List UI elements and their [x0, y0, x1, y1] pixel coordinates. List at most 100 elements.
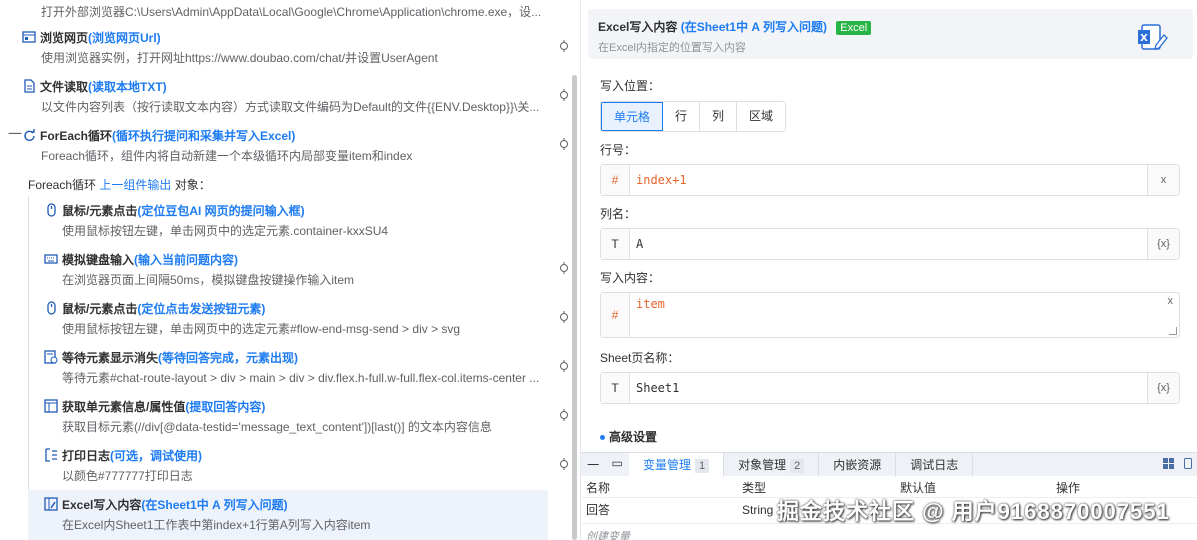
connector-icon[interactable]	[558, 311, 570, 323]
flow-panel: 打开外部浏览器C:\Users\Admin\AppData\Local\Goog…	[0, 0, 578, 540]
step-note: (输入当前问题内容)	[134, 252, 239, 267]
tab-label: 对象管理	[738, 457, 787, 472]
clear-icon[interactable]: x	[1168, 295, 1174, 307]
advanced-label: 高级设置	[609, 430, 658, 444]
row-label: 行号：	[600, 143, 637, 157]
tab-count: 1	[695, 458, 710, 473]
position-option-cell[interactable]: 单元格	[601, 102, 664, 131]
text-type-toggle[interactable]: T	[601, 229, 630, 259]
step-description: 使用浏览器实例，打开网址https://www.doubao.com/chat/…	[41, 51, 438, 65]
position-option-row[interactable]: 行	[663, 102, 701, 131]
clear-icon[interactable]: x	[1147, 165, 1179, 195]
step-title: 浏览网页	[40, 30, 89, 45]
maximize-icon[interactable]: ▭	[611, 456, 622, 473]
connector-icon[interactable]	[558, 89, 570, 101]
text-type-toggle[interactable]: T	[601, 373, 630, 403]
step-note: (定位点击发送按钮元素)	[137, 301, 266, 316]
sheet-label: Sheet页名称：	[600, 351, 680, 365]
sheet-name-field[interactable]: T Sheet1 {x}	[600, 372, 1180, 404]
tab-objects[interactable]: 对象管理 2	[724, 452, 820, 477]
wait-icon	[44, 350, 58, 364]
component-note: (在Sheet1中 A 列写入问题)	[680, 20, 827, 34]
foreach-suffix: 对象：	[174, 178, 211, 192]
component-badge: Excel	[836, 21, 872, 35]
tab-label: 内嵌资源	[833, 457, 882, 472]
element-info-icon	[44, 399, 58, 413]
watermark: 掘金技术社区 @ 用户9168870007551	[777, 499, 1170, 524]
connector-icon[interactable]	[558, 458, 570, 470]
collapse-toggle[interactable]: 一	[8, 124, 22, 144]
bottom-tabs: 一 ▭ 变量管理 1 对象管理 2 内嵌资源 调试日志	[581, 452, 1197, 477]
sheet-name-value[interactable]: Sheet1	[636, 381, 679, 395]
bullet-icon	[600, 435, 605, 441]
position-segmented-control: 单元格 行 列 区域	[600, 101, 787, 132]
step-description: 在Excel内Sheet1工作表中第index+1行第A列写入内容item	[62, 518, 371, 532]
expression-type-toggle[interactable]: #	[601, 293, 630, 337]
step-note: (读取本地TXT)	[88, 79, 167, 94]
component-name: Excel写入内容	[598, 20, 678, 34]
create-variable-link[interactable]: 创建变量	[586, 528, 630, 540]
step-note: (等待回答完成，元素出现)	[158, 350, 299, 365]
foreach-input-label: Foreach循环 上一组件输出 对象：	[28, 176, 211, 193]
foreach-prefix: Foreach循环	[28, 178, 97, 192]
component-header: Excel写入内容 (在Sheet1中 A 列写入问题) Excel 在Exce…	[588, 9, 1193, 59]
column-name-field[interactable]: T A {x}	[600, 228, 1180, 260]
expression-type-toggle[interactable]: #	[601, 165, 630, 195]
tab-count: 2	[790, 458, 805, 473]
position-option-column[interactable]: 列	[700, 102, 738, 131]
step-description: 以颜色#777777打印日志	[62, 469, 193, 483]
position-option-range[interactable]: 区域	[737, 102, 786, 131]
device-icon[interactable]	[1184, 458, 1192, 472]
mouse-icon	[44, 301, 58, 315]
column-name-value[interactable]: A	[636, 237, 643, 251]
minimize-icon[interactable]: 一	[587, 456, 599, 473]
component-subtitle: 在Excel内指定的位置写入内容	[598, 42, 746, 54]
step-title: 获取单元素信息/属性值	[62, 399, 186, 414]
connector-icon[interactable]	[558, 262, 570, 274]
connector-icon[interactable]	[558, 40, 570, 52]
row-number-field[interactable]: # index+1 x	[600, 164, 1180, 196]
tab-embedded-resources[interactable]: 内嵌资源	[819, 452, 897, 477]
component-title: Excel写入内容 (在Sheet1中 A 列写入问题) Excel	[598, 18, 872, 35]
step-note: (定位豆包AI 网页的提问输入框)	[137, 203, 305, 218]
step-description: 使用鼠标按钮左键，单击网页中的选定元素#flow-end-msg-send > …	[62, 322, 461, 336]
connector-icon[interactable]	[558, 360, 570, 372]
step-description: Foreach循环，组件内将自动新建一个本级循环内局部变量item和index	[41, 149, 413, 163]
step-note: (在Sheet1中 A 列写入问题)	[141, 497, 288, 512]
variable-insert-icon[interactable]: {x}	[1147, 229, 1179, 259]
cell-name[interactable]: 回答	[581, 500, 737, 523]
keyboard-icon	[44, 252, 58, 266]
log-icon	[44, 448, 58, 462]
variable-insert-icon[interactable]: {x}	[1147, 373, 1179, 403]
browser-icon	[22, 30, 36, 44]
step-note: (可选，调试使用)	[110, 448, 203, 463]
tab-variables[interactable]: 变量管理 1	[629, 452, 725, 477]
step-note: (提取回答内容)	[185, 399, 266, 414]
loop-icon	[22, 128, 36, 142]
step-title: 模拟键盘输入	[62, 252, 135, 267]
scrollbar[interactable]	[572, 75, 577, 540]
panel-controls: 一 ▭	[581, 456, 629, 473]
mouse-icon	[44, 203, 58, 217]
write-content-value[interactable]: item	[636, 297, 665, 311]
connector-icon[interactable]	[558, 409, 570, 421]
column-label: 列名：	[600, 207, 637, 221]
write-content-field[interactable]: # item x	[600, 292, 1180, 338]
resize-handle[interactable]	[1169, 327, 1177, 335]
step-description: 以文件内容列表（按行读取文本内容）方式读取文件编码为Default的文件{{EN…	[41, 100, 540, 114]
windows-icon[interactable]	[1163, 458, 1174, 472]
step-title: 鼠标/元素点击	[62, 301, 138, 316]
foreach-source-link[interactable]: 上一组件输出	[99, 178, 171, 192]
step-note: (循环执行提问和采集并写入Excel)	[112, 128, 296, 143]
step-title: ForEach循环	[40, 128, 113, 143]
nest-line	[28, 196, 29, 540]
step-description: 等待元素#chat-route-layout > div > main > di…	[62, 371, 540, 385]
excel-write-icon	[44, 497, 58, 511]
content-label: 写入内容：	[600, 271, 661, 285]
connector-icon[interactable]	[558, 138, 570, 150]
step-description: 使用鼠标按钮左键，单击网页中的选定元素.container-kxxSU4	[62, 224, 389, 238]
tab-debug-log[interactable]: 调试日志	[896, 452, 974, 477]
advanced-settings-toggle[interactable]: 高级设置	[600, 428, 657, 445]
row-number-value[interactable]: index+1	[636, 173, 687, 187]
step-description: 在浏览器页面上间隔50ms，模拟键盘按键操作输入item	[62, 273, 355, 287]
